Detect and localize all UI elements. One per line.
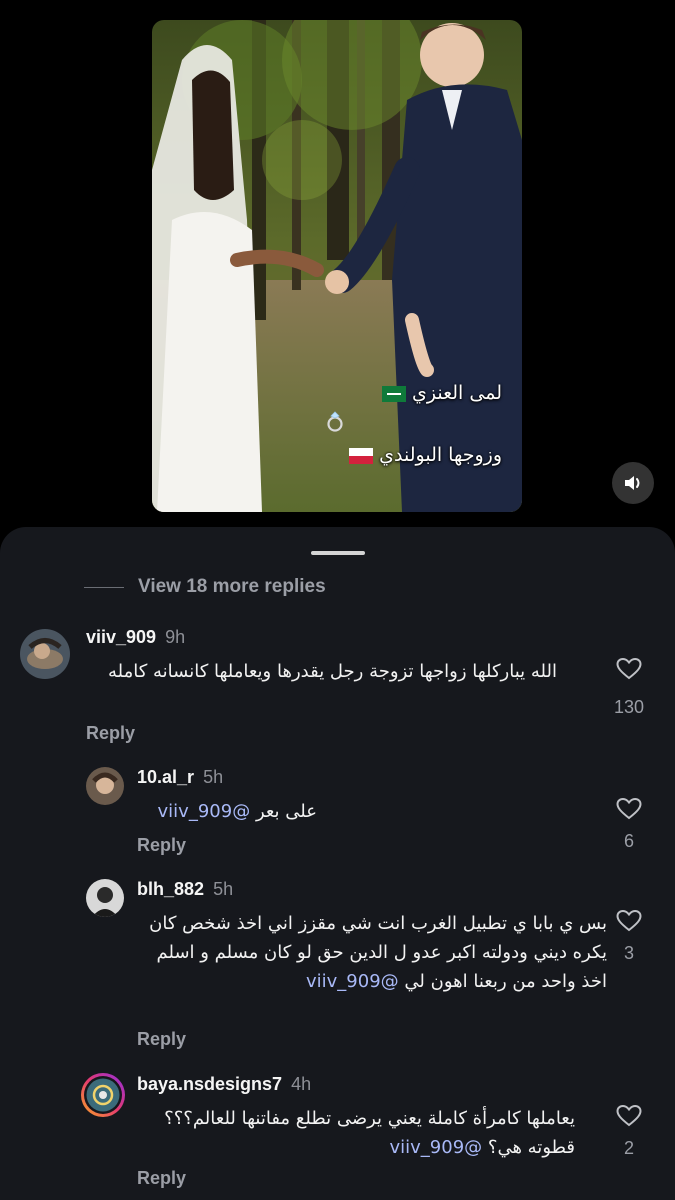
video-frame [152, 20, 522, 512]
overlay-caption-text-1: لمى العنزي [412, 382, 502, 404]
avatar[interactable] [80, 1072, 126, 1118]
ring-icon [327, 411, 343, 432]
timestamp: 4h [291, 1074, 312, 1094]
overlay-caption-line2: وزوجها البولندي [343, 444, 502, 466]
like-count: 130 [613, 697, 645, 717]
view-more-replies-label: View 18 more replies [138, 576, 326, 597]
mention-link[interactable]: @viiv_909 [306, 971, 399, 992]
username[interactable]: 10.al_r [137, 767, 194, 787]
avatar[interactable] [86, 879, 124, 917]
comment-10-al-r: 10.al_r 5h على بعر @viiv_909 Reply 6 [0, 763, 675, 863]
like-count: 2 [623, 1138, 634, 1158]
comment-text: بس ي بابا ي تطبيل الغرب انت شي مقزز اني … [137, 909, 607, 996]
username[interactable]: baya.nsdesigns7 [137, 1074, 282, 1094]
timestamp: 9h [165, 627, 186, 647]
comment-body: على بعر [255, 801, 317, 822]
like-button[interactable]: 3 [604, 909, 654, 964]
comment-meta: baya.nsdesigns7 4h [137, 1074, 311, 1095]
like-count: 3 [623, 943, 634, 963]
heart-icon [616, 1104, 642, 1127]
reply-button[interactable]: Reply [137, 1029, 186, 1050]
heart-icon [616, 657, 642, 680]
comment-baya-nsdesigns7: baya.nsdesigns7 4h يعاملها كامرأة كاملة … [0, 1070, 675, 1200]
heart-icon [616, 797, 642, 820]
like-button[interactable]: 6 [604, 797, 654, 852]
comment-body: الله يباركلها زواجها تزوجة رجل يقدرها وي… [107, 661, 557, 682]
poland-flag-icon [349, 447, 374, 464]
avatar[interactable] [86, 767, 124, 805]
comment-blh-882: blh_882 5h بس ي بابا ي تطبيل الغرب انت ش… [0, 875, 675, 1065]
speaker-icon [625, 476, 640, 490]
overlay-caption-text-2: وزوجها البولندي [379, 444, 502, 466]
reply-button[interactable]: Reply [86, 723, 135, 744]
like-button[interactable]: 130 [604, 657, 654, 718]
comment-text: على بعر @viiv_909 [137, 797, 317, 826]
comment-body: يعاملها كامرأة كاملة يعني يرضى تطلع مفات… [164, 1108, 575, 1158]
username[interactable]: viiv_909 [86, 627, 156, 647]
username[interactable]: blh_882 [137, 879, 204, 899]
avatar[interactable] [20, 629, 70, 679]
like-count: 6 [623, 831, 634, 851]
overlay-caption-line1: لمى العنزي [376, 382, 502, 404]
comment-meta: viiv_909 9h [86, 627, 185, 648]
timestamp: 5h [213, 879, 234, 899]
reply-button[interactable]: Reply [137, 1168, 186, 1189]
comment-text: الله يباركلها زواجها تزوجة رجل يقدرها وي… [86, 657, 557, 686]
saudi-flag-icon [381, 385, 406, 402]
volume-button[interactable] [612, 462, 654, 504]
thread-line [84, 586, 124, 588]
sheet-drag-handle[interactable] [311, 551, 365, 555]
heart-icon [616, 909, 642, 932]
mention-link[interactable]: @viiv_909 [389, 1137, 482, 1158]
reply-button[interactable]: Reply [137, 835, 186, 856]
comment-viiv-909: viiv_909 9h الله يباركلها زواجها تزوجة ر… [0, 623, 675, 753]
like-button[interactable]: 2 [604, 1104, 654, 1159]
comment-text: يعاملها كامرأة كاملة يعني يرضى تطلع مفات… [137, 1104, 575, 1162]
timestamp: 5h [203, 767, 224, 787]
comment-meta: 10.al_r 5h [137, 767, 223, 788]
view-more-replies-button[interactable]: View 18 more replies [84, 575, 326, 599]
comment-meta: blh_882 5h [137, 879, 233, 900]
mention-link[interactable]: @viiv_909 [158, 801, 251, 822]
video-player[interactable]: لمى العنزي وزوجها البولندي [152, 20, 522, 512]
video-area: لمى العنزي وزوجها البولندي [0, 0, 675, 530]
comments-sheet: View 18 more replies viiv_909 9h الله يب… [0, 527, 675, 1200]
